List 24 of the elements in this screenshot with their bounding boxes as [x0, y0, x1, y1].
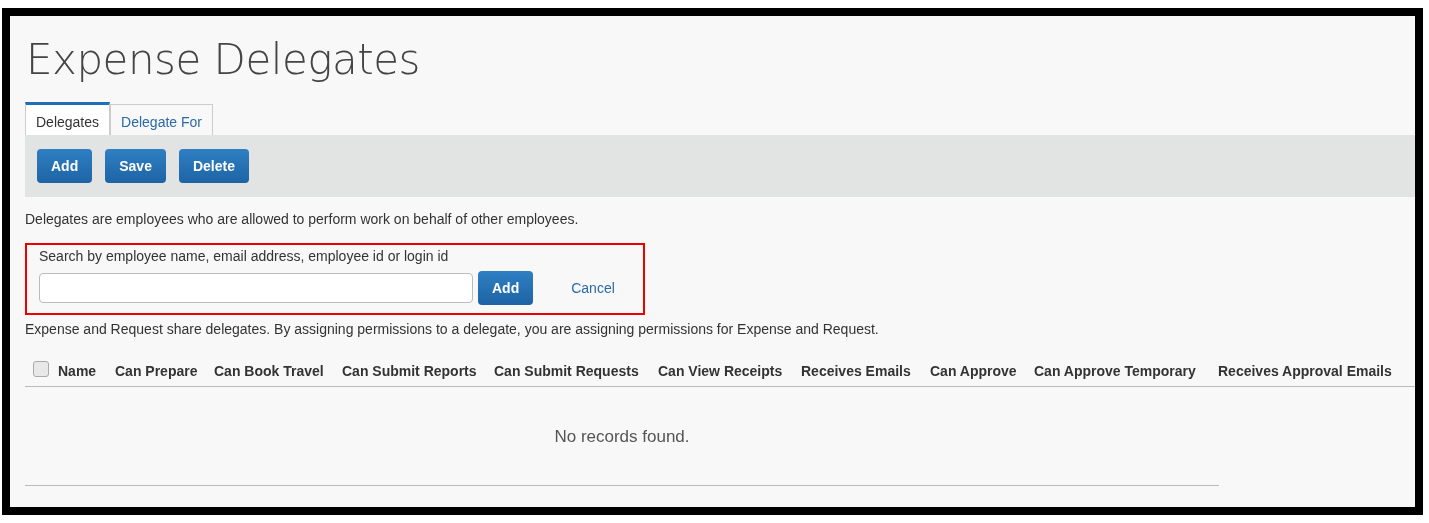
toolbar-button[interactable]: Save [105, 149, 166, 183]
column-header: Can Submit Requests [494, 362, 640, 380]
tab[interactable]: Delegate For [110, 104, 213, 135]
permissions-note: Expense and Request share delegates. By assigning permissions to a delegate, you are assigning permissions for Expense and Request. [25, 321, 880, 337]
column-header: Receives Approval Emails [1218, 362, 1393, 380]
column-header: Can Book Travel [214, 362, 325, 380]
column-header: Can Submit Reports [342, 362, 478, 380]
add-button[interactable]: Add [478, 271, 534, 305]
search-field[interactable] [39, 273, 473, 303]
page-title: Expense Delegates [26, 36, 421, 84]
column-header: Receives Emails [801, 362, 912, 380]
select-all-checkbox[interactable] [33, 361, 49, 377]
column-header: Can Approve Temporary [1034, 362, 1197, 380]
column-header: Name [58, 362, 98, 380]
column-header: Can Prepare [115, 362, 199, 380]
intro-text: Delegates are employees who are allowed to perform work on behalf of other employees. [25, 211, 580, 227]
toolbar-button[interactable]: Add [37, 149, 93, 183]
empty-message: No records found. [25, 387, 1219, 486]
search-label: Search by employee name, email address, employee id or login id [39, 248, 450, 264]
toolbar-button[interactable]: Delete [178, 149, 249, 183]
cancel-link[interactable]: Cancel [571, 280, 615, 296]
column-header: Can View Receipts [658, 362, 784, 380]
tab[interactable]: Delegates [25, 102, 111, 135]
column-header: Can Approve [930, 362, 1018, 380]
